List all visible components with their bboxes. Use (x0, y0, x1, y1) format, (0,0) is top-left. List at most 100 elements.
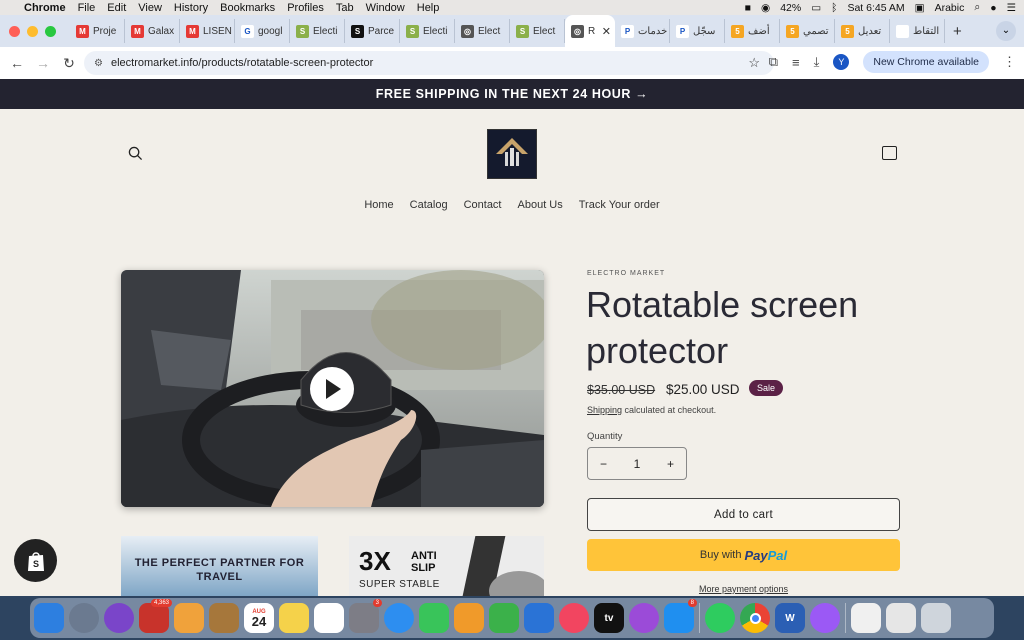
browser-tab[interactable]: 5 تصمي (780, 19, 835, 43)
status-app-icon[interactable]: ■ (745, 2, 751, 14)
nav-track-order[interactable]: Track Your order (579, 199, 660, 211)
search-icon[interactable]: ⌕ (974, 1, 980, 14)
menu-file[interactable]: File (78, 2, 96, 14)
dock-music-icon[interactable] (559, 603, 589, 633)
tab-search-icon[interactable]: ⌄ (996, 21, 1016, 41)
clock[interactable]: Sat 6:45 AM (847, 2, 904, 14)
profile-avatar[interactable]: Y (833, 54, 850, 70)
dock-facetime-icon[interactable] (419, 603, 449, 633)
close-tab-icon[interactable]: ✕ (602, 25, 611, 38)
browser-tab[interactable]: S Electi (400, 19, 455, 43)
reload-icon[interactable]: ↻ (56, 55, 82, 72)
browser-tab[interactable]: Ggoogl (235, 19, 290, 43)
back-icon[interactable]: ← (4, 55, 30, 71)
browser-tab[interactable]: ◎ R ✕ (565, 15, 615, 47)
add-to-cart-button[interactable]: Add to cart (587, 498, 900, 531)
dock-photo-app-icon[interactable]: 4,363 (139, 599, 172, 633)
menu-help[interactable]: Help (417, 2, 440, 14)
browser-tab[interactable]: P سجّل (670, 19, 725, 43)
dock-launchpad-icon[interactable] (69, 603, 99, 633)
menu-app-name[interactable]: Chrome (24, 2, 66, 14)
dock-apple-tv-icon[interactable]: tv (594, 603, 624, 633)
zoom-window-button[interactable] (45, 25, 56, 37)
dock-preview-icon[interactable] (851, 603, 881, 633)
bluetooth-icon[interactable]: ᛒ (831, 2, 837, 14)
dock-settings-icon[interactable]: 3 (349, 599, 382, 633)
store-logo[interactable] (487, 129, 537, 179)
quantity-increase-button[interactable]: + (667, 457, 674, 471)
dock-podcasts-icon[interactable] (629, 603, 659, 633)
url-text[interactable]: electromarket.info/products/rotatable-sc… (111, 57, 373, 69)
shopify-chat-button[interactable]: S (14, 539, 57, 582)
dock-calendar-icon[interactable]: AUG 24 (244, 603, 274, 633)
forward-icon[interactable]: → (30, 55, 56, 71)
minimize-window-button[interactable] (27, 25, 38, 37)
announcement-text[interactable]: FREE SHIPPING IN THE NEXT 24 HOUR → (376, 87, 648, 101)
dock-notes-brown-icon[interactable] (209, 603, 239, 633)
product-thumbnail-travel[interactable]: THE PERFECT PARTNER FOR TRAVEL (121, 536, 318, 596)
dock-whatsapp-icon[interactable] (705, 603, 735, 633)
more-menu-icon[interactable]: ⋮ (1003, 54, 1016, 70)
quantity-decrease-button[interactable]: − (600, 457, 607, 471)
eye-icon[interactable]: ◉ (761, 2, 770, 14)
input-source-label[interactable]: Arabic (935, 2, 965, 14)
cart-icon[interactable] (882, 146, 897, 160)
browser-tab[interactable]: S Electi (290, 19, 345, 43)
dock-keynote-icon[interactable] (524, 603, 554, 633)
dock-documents-icon[interactable] (886, 603, 916, 633)
dock-notes-icon[interactable] (279, 603, 309, 633)
dock-finder-icon[interactable] (34, 603, 64, 633)
announcement-bar[interactable]: FREE SHIPPING IN THE NEXT 24 HOUR → (0, 79, 1024, 109)
menu-window[interactable]: Window (366, 2, 405, 14)
browser-tab[interactable]: M LISEN (180, 19, 235, 43)
chrome-update-button[interactable]: New Chrome available (863, 51, 989, 73)
dock-messenger-icon[interactable] (810, 603, 840, 633)
browser-tab[interactable]: M Proje (70, 19, 125, 43)
control-center-icon[interactable]: ☰ (1007, 2, 1016, 14)
download-icon[interactable]: ⤓ (814, 54, 820, 70)
dock-numbers-icon[interactable] (489, 603, 519, 633)
nav-contact[interactable]: Contact (464, 199, 502, 211)
product-video[interactable] (121, 270, 544, 507)
menu-bookmarks[interactable]: Bookmarks (220, 2, 275, 14)
product-thumbnail-anti-slip[interactable]: 3X ANTI SLIP SUPER STABLE (349, 536, 544, 596)
menu-view[interactable]: View (138, 2, 162, 14)
bookmark-star-icon[interactable]: ☆ (748, 55, 760, 71)
menu-edit[interactable]: Edit (107, 2, 126, 14)
close-window-button[interactable] (9, 25, 20, 37)
browser-tab[interactable]: M Galax (125, 19, 180, 43)
dock-photos-icon[interactable] (174, 603, 204, 633)
dock-word-icon[interactable]: W (775, 603, 805, 633)
dock-trash-icon[interactable] (921, 603, 951, 633)
extensions-icon[interactable]: ⧉ (769, 54, 778, 70)
browser-tab[interactable]: S Elect (510, 19, 565, 43)
dock-chrome-icon[interactable] (740, 603, 770, 633)
siri-icon[interactable]: ● (990, 2, 996, 14)
battery-icon[interactable]: ▭ (811, 2, 821, 14)
menu-tab[interactable]: Tab (336, 2, 354, 14)
nav-about-us[interactable]: About Us (518, 199, 563, 211)
dock-siri-icon[interactable] (104, 603, 134, 633)
browser-tab[interactable]: 5 تعديل (835, 19, 890, 43)
address-bar[interactable]: ⚙ electromarket.info/products/rotatable-… (84, 51, 774, 75)
dock-reminders-icon[interactable] (314, 603, 344, 633)
nav-home[interactable]: Home (364, 199, 393, 211)
dock-app-store-icon[interactable]: 8 (664, 599, 697, 633)
media-icon[interactable]: ≡ (792, 55, 800, 70)
browser-tab[interactable]: S Parce (345, 19, 400, 43)
browser-tab[interactable]: التقاط (890, 19, 945, 43)
browser-tab[interactable]: ◎ Elect (455, 19, 510, 43)
menu-history[interactable]: History (174, 2, 208, 14)
play-button[interactable] (310, 367, 354, 411)
paypal-button[interactable]: Buy with PayPal (587, 539, 900, 571)
dock-messages-blue-icon[interactable] (384, 603, 414, 633)
menu-profiles[interactable]: Profiles (287, 2, 324, 14)
store-search-icon[interactable] (128, 146, 143, 165)
battery-percent[interactable]: 42% (780, 2, 801, 14)
more-payment-options-link[interactable]: More payment options (587, 584, 900, 594)
input-source-icon[interactable]: ▣ (915, 2, 925, 14)
nav-catalog[interactable]: Catalog (410, 199, 448, 211)
site-info-icon[interactable]: ⚙ (94, 58, 103, 69)
browser-tab[interactable]: P خدمات (615, 19, 670, 43)
new-tab-button[interactable]: + (953, 23, 962, 40)
